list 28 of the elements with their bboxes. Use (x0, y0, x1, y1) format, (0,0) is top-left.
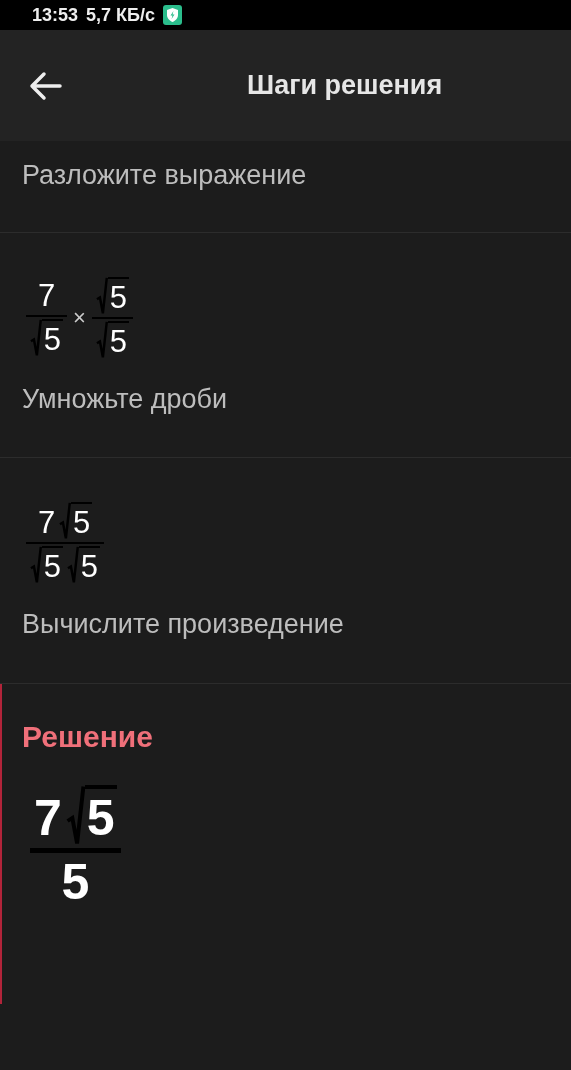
step-caption: Умножьте дроби (22, 382, 229, 416)
math-number: 5 (41, 546, 63, 585)
radical-sign-icon (65, 784, 85, 845)
screen-title: Шаги решения (247, 69, 443, 103)
back-button[interactable] (28, 70, 62, 101)
math-number: 5 (61, 854, 90, 910)
radical-sign-icon (67, 546, 79, 584)
step-caption: Вычислите произведение (22, 608, 345, 642)
radical-sign-icon (59, 502, 71, 540)
radical-sign-icon (95, 276, 108, 314)
shield-icon (163, 5, 182, 25)
math-number: 5 (41, 318, 63, 357)
status-time: 13:53 (32, 3, 79, 27)
math-number: 7 (37, 278, 56, 313)
math-number: 5 (107, 320, 129, 359)
network-speed: 5,7 КБ/с (86, 3, 155, 27)
math-number: 7 (37, 506, 56, 541)
radical-sign-icon (30, 318, 42, 356)
math-number: 5 (107, 276, 129, 315)
math-number: 5 (70, 502, 93, 541)
math-operator: × (73, 305, 86, 330)
radical-sign-icon (95, 320, 108, 358)
math-number: 7 (34, 790, 62, 846)
solution-title: Решение (22, 718, 154, 755)
radical-sign-icon (30, 546, 42, 584)
step-caption: Разложите выражение (22, 159, 308, 192)
math-number: 5 (78, 546, 101, 585)
back-arrow-icon (28, 70, 62, 101)
